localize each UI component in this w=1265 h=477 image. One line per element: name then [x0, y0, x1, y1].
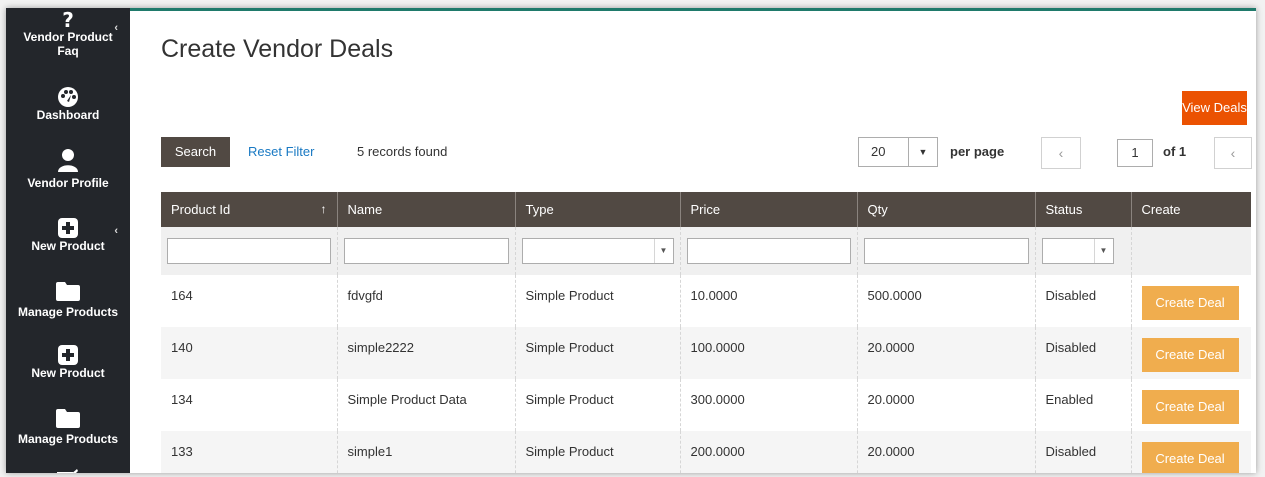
table-row: 134 Simple Product Data Simple Product 3… [161, 379, 1251, 431]
cell-status: Enabled [1034, 379, 1131, 431]
create-deal-button[interactable]: Create Deal [1141, 338, 1239, 372]
app-window: ? ‹ Vendor Product Faq Dashboard Vendor [6, 8, 1256, 473]
sidebar-item-new-product[interactable]: ‹ New Product [6, 217, 130, 253]
name-filter-input[interactable] [343, 238, 509, 264]
sidebar-item-label: Manage Products [17, 432, 119, 446]
chevron-down-icon: ▼ [653, 239, 673, 263]
create-deal-button[interactable]: Create Deal [1141, 442, 1239, 473]
sidebar-item-manage-products-2[interactable]: Manage Products [6, 408, 130, 446]
chevron-down-icon: ▼ [1093, 239, 1113, 263]
create-deal-button[interactable]: Create Deal [1141, 286, 1239, 320]
cell-name: simple2222 [336, 327, 515, 379]
cell-qty: 20.0000 [856, 431, 1035, 473]
cell-product-id: 134 [171, 392, 193, 407]
cell-qty: 500.0000 [856, 275, 1035, 327]
column-header-create: Create [1130, 192, 1251, 227]
column-header-status[interactable]: Status [1034, 192, 1131, 227]
sidebar-item-new-product-2[interactable]: New Product [6, 344, 130, 380]
sidebar-item-label: Vendor Product Faq [23, 30, 113, 58]
column-header-name[interactable]: Name [336, 192, 515, 227]
sidebar-item-dashboard[interactable]: Dashboard [6, 86, 130, 122]
cell-name: Simple Product Data [336, 379, 515, 431]
page-title: Create Vendor Deals [161, 35, 394, 63]
sidebar-item-vendor-profile[interactable]: Vendor Profile [6, 148, 130, 190]
per-page-select[interactable]: 20 ▼ [858, 137, 938, 167]
sidebar: ? ‹ Vendor Product Faq Dashboard Vendor [6, 8, 130, 473]
cell-product-id: 164 [171, 288, 193, 303]
page-total: of 1 [1163, 144, 1187, 159]
cell-product-id: 133 [161, 431, 337, 473]
folder-icon [56, 409, 80, 428]
products-grid: Product Id ↑ Name Type Price Qty Status C… [161, 192, 1251, 473]
previous-page-button[interactable]: ‹ [1041, 137, 1081, 169]
next-page-button[interactable]: ‹ [1214, 137, 1252, 169]
svg-text:?: ? [62, 10, 74, 30]
cell-price: 100.0000 [679, 327, 857, 379]
per-page-label: per page [950, 144, 1005, 159]
cell-product-id: 140 [161, 327, 337, 379]
per-page-value: 20 [871, 144, 886, 159]
cell-status: Disabled [1034, 275, 1131, 327]
main-content: Create Vendor Deals View Deals Search Re… [130, 11, 1256, 473]
cell-price: 300.0000 [679, 379, 857, 431]
price-filter-input[interactable] [686, 238, 851, 264]
sidebar-item-label: Vendor Profile [27, 176, 109, 190]
sidebar-item-label: New Product [31, 366, 105, 380]
product-id-filter-input[interactable] [167, 238, 331, 264]
cell-price: 200.0000 [679, 431, 857, 473]
chevron-left-icon: ‹ [114, 225, 118, 237]
cell-type: Simple Product [514, 379, 680, 431]
column-header-price[interactable]: Price [679, 192, 857, 227]
chevron-left-icon: ‹ [114, 22, 118, 34]
cell-status: Disabled [1034, 327, 1131, 379]
create-deal-button[interactable]: Create Deal [1141, 390, 1239, 424]
column-header-type[interactable]: Type [514, 192, 680, 227]
table-row: 133 simple1 Simple Product 200.0000 20.0… [161, 431, 1251, 473]
sidebar-item-label: Dashboard [36, 108, 100, 122]
table-row: 140 simple2222 Simple Product 100.0000 2… [161, 327, 1251, 379]
sidebar-item-label: New Product [31, 239, 105, 253]
cell-name: simple1 [336, 431, 515, 473]
cell-status: Disabled [1034, 431, 1131, 473]
sort-ascending-icon: ↑ [320, 202, 327, 216]
view-deals-button[interactable]: View Deals [1182, 91, 1247, 125]
chevron-down-icon: ▼ [908, 138, 937, 166]
question-icon: ? [62, 10, 74, 30]
cell-qty: 20.0000 [856, 327, 1035, 379]
cell-qty: 20.0000 [856, 379, 1035, 431]
header-row: Product Id ↑ Name Type Price Qty Status C… [161, 192, 1251, 227]
edit-icon[interactable] [56, 466, 78, 473]
search-button[interactable]: Search [161, 137, 230, 167]
reset-filter-link[interactable]: Reset Filter [248, 144, 314, 159]
plus-square-icon [58, 345, 78, 365]
type-filter-select[interactable]: ▼ [521, 238, 674, 264]
records-count: 5 records found [357, 144, 448, 159]
cell-type: Simple Product [514, 431, 680, 473]
sidebar-item-vendor-product-faq[interactable]: ? ‹ Vendor Product Faq [6, 10, 130, 58]
dashboard-icon [58, 87, 78, 107]
sidebar-item-label: Manage Products [17, 305, 119, 319]
status-filter-select[interactable]: ▼ [1041, 238, 1114, 264]
page-number-input[interactable]: 1 [1117, 139, 1153, 167]
table-row: 164 fdvgfd Simple Product 10.0000 500.00… [161, 275, 1251, 327]
filter-row: ▼ ▼ [161, 227, 1251, 275]
column-header-qty[interactable]: Qty [856, 192, 1035, 227]
plus-square-icon [58, 218, 78, 238]
sidebar-item-manage-products[interactable]: Manage Products [6, 281, 130, 319]
cell-type: Simple Product [514, 275, 680, 327]
qty-filter-input[interactable] [863, 238, 1029, 264]
user-icon [58, 149, 78, 172]
cell-price: 10.0000 [679, 275, 857, 327]
column-header-product-id[interactable]: Product Id ↑ [161, 192, 337, 227]
cell-type: Simple Product [514, 327, 680, 379]
cell-name: fdvgfd [336, 275, 515, 327]
folder-icon [56, 282, 80, 301]
